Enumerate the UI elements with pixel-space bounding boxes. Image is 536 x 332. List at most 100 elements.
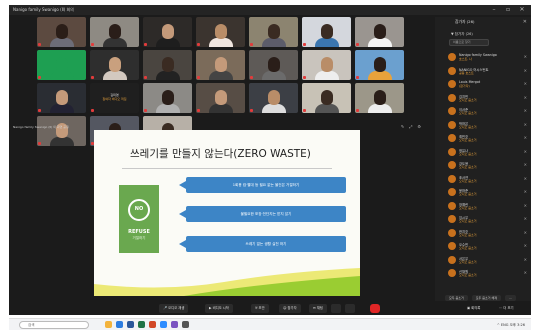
audio-button[interactable]: 🎤 오디오 재생 <box>159 304 189 313</box>
minimize-icon[interactable]: – <box>491 5 497 15</box>
participant-body <box>208 104 233 113</box>
edge-icon[interactable] <box>116 321 123 328</box>
participant-status: 오디오 음소거 <box>459 124 477 129</box>
word-icon[interactable] <box>127 321 134 328</box>
app-icon[interactable] <box>171 321 178 328</box>
mic-muted-icon: ✕ <box>523 81 527 86</box>
muted-mic-icon <box>197 76 200 79</box>
participant-video-tile[interactable] <box>90 17 139 47</box>
participant-video-tile[interactable] <box>249 17 298 47</box>
participant-video-tile[interactable] <box>90 50 139 80</box>
participant-row[interactable]: NANIGO 어시스턴트 공동 호스트 ✕ <box>447 65 531 79</box>
participant-video-tile[interactable] <box>302 50 351 80</box>
participant-row[interactable]: 오수빈 오디오 음소거 ✕ <box>447 240 531 254</box>
participant-search-input[interactable]: 이름으로 찾기 <box>449 39 489 46</box>
mic-muted-icon: ✕ <box>523 162 527 167</box>
participant-row[interactable]: 강도윤 오디오 음소거 ✕ <box>447 159 531 173</box>
participant-video-tile[interactable] <box>196 50 245 80</box>
share-settings-icon[interactable]: ⚙ <box>417 124 421 130</box>
participant-video-tile[interactable] <box>355 17 404 47</box>
screen-frame: Nanigo family Swanigo (Ⅱ) 회의 – ▫ ✕ 김미영 참여… <box>0 0 536 332</box>
participant-face <box>108 24 121 40</box>
chat-button-label: 채팅 <box>316 306 323 310</box>
tip-pill-3-text: 쓰레기 없는 생활 실천 하기 <box>245 242 287 246</box>
close-panel-icon[interactable]: ✕ <box>523 17 527 27</box>
taskbar-apps <box>105 321 189 328</box>
participant-row[interactable]: 정유나 오디오 음소거 ✕ <box>447 146 531 160</box>
participant-row[interactable]: 임시우 오디오 음소거 ✕ <box>447 213 531 227</box>
participant-row[interactable]: Louis Mergot (참가자) ✕ <box>447 78 531 92</box>
powerpoint-icon[interactable] <box>149 321 156 328</box>
participant-video-tile[interactable] <box>37 83 86 113</box>
participant-video-tile[interactable] <box>37 116 86 146</box>
participant-row[interactable]: 박하은 오디오 음소거 ✕ <box>447 119 531 133</box>
participant-row[interactable]: 최민호 오디오 음소거 ✕ <box>447 132 531 146</box>
participant-video-tile[interactable] <box>249 50 298 80</box>
muted-mic-icon <box>91 76 94 79</box>
fit-screen-icon[interactable]: ⤢ <box>409 124 412 130</box>
zoom-icon[interactable] <box>160 321 167 328</box>
avatar <box>448 188 456 196</box>
minutes-button[interactable]: ▣ 회의록 <box>467 304 480 313</box>
end-meeting-button[interactable] <box>370 304 380 313</box>
muted-mic-icon <box>303 109 306 112</box>
chat-button[interactable]: ✉ 채팅 <box>309 304 327 313</box>
participant-row[interactable]: 신채원 오디오 음소거 ✕ <box>447 267 531 281</box>
muted-mic-icon <box>91 109 94 112</box>
participant-video-tile[interactable] <box>196 17 245 47</box>
participants-section[interactable]: ▼ 참가자 (26) <box>451 32 473 37</box>
close-icon[interactable]: ✕ <box>519 5 525 15</box>
participant-row[interactable]: 이서준 오디오 음소거 ✕ <box>447 105 531 119</box>
participant-row[interactable]: Nanigo family Swanigo 호스트, 나 ✕ <box>447 51 531 65</box>
muted-mic-icon <box>197 43 200 46</box>
participant-video-tile[interactable] <box>249 83 298 113</box>
share-screen-icon[interactable] <box>331 304 341 313</box>
participant-video-tile[interactable] <box>302 17 351 47</box>
taskbar-search[interactable]: 검색 <box>19 321 89 329</box>
participant-video-tile[interactable] <box>355 50 404 80</box>
participant-video-tile[interactable] <box>196 83 245 113</box>
settings-icon[interactable] <box>182 321 189 328</box>
participant-status: 오디오 음소거 <box>459 232 477 237</box>
participant-row[interactable]: 윤하준 오디오 음소거 ✕ <box>447 186 531 200</box>
record-icon[interactable] <box>345 304 355 313</box>
participant-status: 오디오 음소거 <box>459 178 477 183</box>
annotate-icon[interactable]: ✎ <box>401 124 404 130</box>
participant-video-tile[interactable] <box>37 50 86 80</box>
participant-body <box>102 71 127 80</box>
participant-video-tile[interactable] <box>143 17 192 47</box>
muted-mic-icon <box>250 76 253 79</box>
muted-mic-icon <box>197 109 200 112</box>
participant-status: 오디오 음소거 <box>459 246 477 250</box>
participant-video-tile[interactable]: 김미영 참여자 비디오 꺼짐 <box>90 83 139 113</box>
participant-body <box>155 71 180 80</box>
participants-button[interactable]: ☺ 참가자 <box>279 304 301 313</box>
avatar <box>448 134 456 142</box>
tip-pill-1: 1회용 컵·빨대 등 필요 없는 물건은 거절하기 <box>179 177 346 193</box>
muted-mic-icon <box>356 76 359 79</box>
participant-row[interactable]: 김지민 오디오 음소거 ✕ <box>447 92 531 106</box>
maximize-icon[interactable]: ▫ <box>505 5 511 15</box>
participant-row[interactable]: 서은우 오디오 음소거 ✕ <box>447 254 531 268</box>
refuse-card: NO REFUSE 거절하기 <box>119 185 159 253</box>
mic-muted-icon: ✕ <box>523 67 527 73</box>
participant-status: (참가자) <box>459 84 470 88</box>
participant-video-tile[interactable] <box>37 17 86 47</box>
participant-row[interactable]: 장예린 오디오 음소거 ✕ <box>447 200 531 214</box>
video-button[interactable]: ▶ 비디오 시작 <box>205 304 233 313</box>
participant-row[interactable]: 조서연 오디오 음소거 ✕ <box>447 173 531 187</box>
security-button[interactable]: ⛨ 보안 <box>251 304 269 313</box>
participant-video-tile[interactable] <box>143 50 192 80</box>
participant-row[interactable]: 한지호 오디오 음소거 ✕ <box>447 227 531 241</box>
tip-pill-3: 쓰레기 없는 생활 실천 하기 <box>179 236 346 252</box>
muted-mic-icon <box>144 43 147 46</box>
file-explorer-icon[interactable] <box>105 321 112 328</box>
more-button[interactable]: ⋯ 더 보기 <box>499 304 514 313</box>
participant-face <box>320 90 333 106</box>
participant-video-tile[interactable] <box>143 83 192 113</box>
participant-video-tile[interactable] <box>355 83 404 113</box>
excel-icon[interactable] <box>138 321 145 328</box>
participant-video-tile[interactable] <box>302 83 351 113</box>
participant-body <box>367 38 392 47</box>
participant-body <box>261 71 286 80</box>
